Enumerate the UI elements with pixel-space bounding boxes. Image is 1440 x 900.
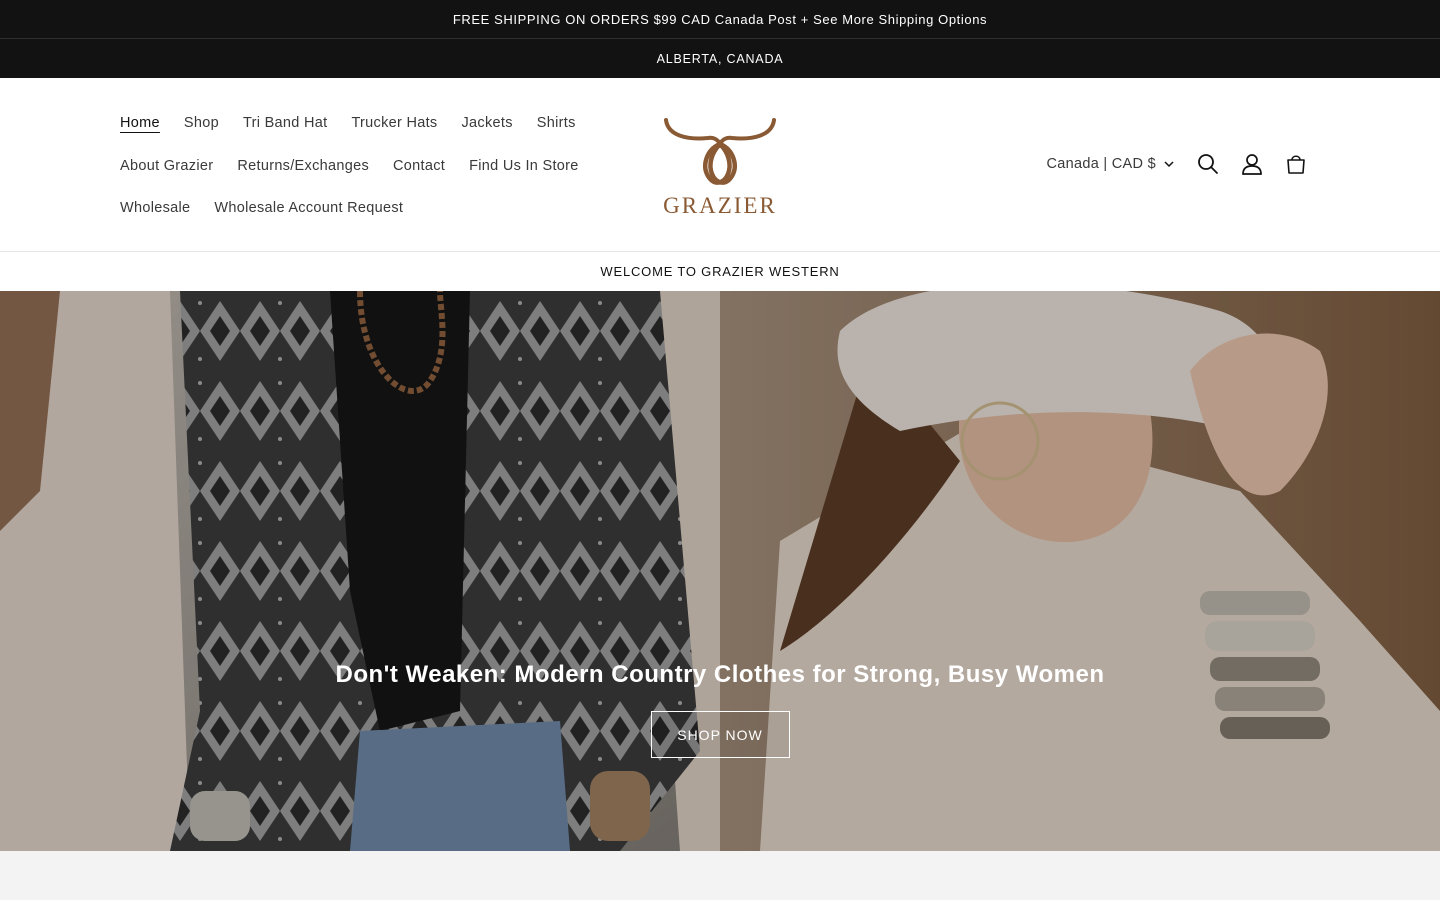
currency-selector[interactable]: Canada | CAD $ [1046,156,1174,172]
nav-item-shirts[interactable]: Shirts [525,115,588,131]
location-announcement: ALBERTA, CANADA [656,51,784,66]
header-tools: Canada | CAD $ [1046,142,1318,186]
welcome-text: WELCOME TO GRAZIER WESTERN [600,264,840,279]
announcement-bar-location: ALBERTA, CANADA [0,39,1440,78]
nav-item-home[interactable]: Home [108,115,172,131]
hero-title: Don't Weaken: Modern Country Clothes for… [335,661,1105,688]
nav-item-shop[interactable]: Shop [172,115,231,131]
nav-item-returns-exchanges[interactable]: Returns/Exchanges [225,158,381,174]
nav-item-wholesale[interactable]: Wholesale [108,200,202,216]
hero-banner: Don't Weaken: Modern Country Clothes for… [0,291,1440,851]
hero-photo-cap-icon [720,291,1440,851]
announcement-bar-shipping: FREE SHIPPING ON ORDERS $99 CAD Canada P… [0,0,1440,39]
nav-item-about-grazier[interactable]: About Grazier [108,158,225,174]
nav-item-tri-band-hat[interactable]: Tri Band Hat [231,115,339,131]
shipping-announcement-link[interactable]: FREE SHIPPING ON ORDERS $99 CAD Canada P… [453,12,987,27]
cart-icon [1287,155,1305,174]
hero-image-right [720,291,1440,851]
main-navigation: Home Shop Tri Band Hat Trucker Hats Jack… [108,102,588,230]
page-below-fold [0,851,1440,900]
logo-wordmark: GRAZIER [663,193,777,218]
nav-item-contact[interactable]: Contact [381,158,457,174]
welcome-bar: WELCOME TO GRAZIER WESTERN [0,252,1440,291]
nav-item-find-us-in-store[interactable]: Find Us In Store [457,158,591,174]
nav-row-2: About Grazier Returns/Exchanges Contact … [108,145,588,188]
cart-button[interactable] [1274,142,1318,186]
hero-image-left [0,291,720,851]
hero-content: Don't Weaken: Modern Country Clothes for… [0,661,1440,758]
hero-photo-jacket-icon [0,291,720,851]
account-icon [1242,154,1262,175]
nav-item-trucker-hats[interactable]: Trucker Hats [339,115,449,131]
site-header: Home Shop Tri Band Hat Trucker Hats Jack… [0,78,1440,252]
account-button[interactable] [1230,142,1274,186]
currency-label: Canada | CAD $ [1046,156,1156,172]
nav-row-3: Wholesale Wholesale Account Request [108,187,588,230]
grazier-logo-icon: GRAZIER [663,118,777,218]
search-icon [1198,154,1218,174]
nav-item-wholesale-account-request[interactable]: Wholesale Account Request [202,200,415,216]
brand-logo[interactable]: GRAZIER [658,114,782,218]
nav-row-1: Home Shop Tri Band Hat Trucker Hats Jack… [108,102,588,145]
search-button[interactable] [1186,142,1230,186]
shop-now-button[interactable]: SHOP NOW [650,711,790,758]
chevron-down-icon [1164,160,1174,167]
nav-item-jackets[interactable]: Jackets [450,115,525,131]
